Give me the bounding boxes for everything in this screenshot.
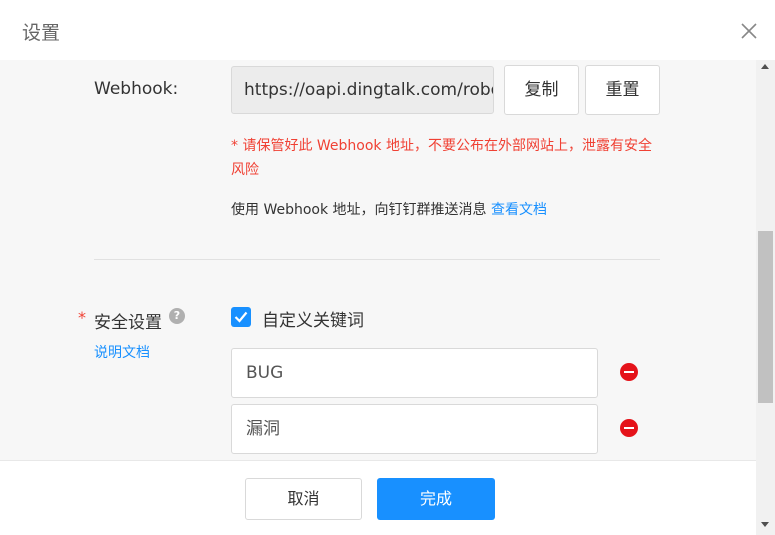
close-icon[interactable] xyxy=(738,20,760,42)
webhook-info-text: 使用 Webhook 地址，向钉钉群推送消息 xyxy=(231,202,487,218)
scroll-down-arrow-icon[interactable] xyxy=(761,522,769,527)
webhook-url-input[interactable]: https://oapi.dingtalk.com/robot/send xyxy=(231,66,494,114)
dialog-footer: 取消 完成 xyxy=(0,460,756,535)
remove-keyword-1-icon[interactable] xyxy=(620,363,638,381)
section-divider xyxy=(94,259,660,260)
dialog-header: 设置 xyxy=(0,0,775,60)
required-mark: * xyxy=(78,308,86,327)
view-doc-link[interactable]: 查看文档 xyxy=(491,202,547,218)
webhook-warning: * 请保管好此 Webhook 地址，不要公布在外部网站上，泄露有安全风险 xyxy=(231,138,652,178)
explain-doc-link[interactable]: 说明文档 xyxy=(94,342,150,362)
dialog-body: Webhook: https://oapi.dingtalk.com/robot… xyxy=(0,60,756,460)
webhook-label: Webhook: xyxy=(94,79,179,99)
copy-button[interactable]: 复制 xyxy=(504,65,579,115)
scroll-up-arrow-icon[interactable] xyxy=(761,64,769,69)
webhook-info: 使用 Webhook 地址，向钉钉群推送消息 查看文档 xyxy=(231,199,547,219)
scrollbar-thumb[interactable] xyxy=(758,231,773,403)
custom-keyword-checkbox[interactable] xyxy=(231,307,251,327)
reset-button[interactable]: 重置 xyxy=(585,65,660,115)
dialog-title: 设置 xyxy=(22,22,61,44)
security-label: 安全设置 xyxy=(94,313,162,333)
question-icon[interactable]: ? xyxy=(169,308,185,324)
cancel-button[interactable]: 取消 xyxy=(245,478,362,520)
done-button[interactable]: 完成 xyxy=(377,478,495,520)
check-icon xyxy=(234,311,248,323)
vertical-scrollbar[interactable] xyxy=(756,60,775,535)
keyword-input-1[interactable]: BUG xyxy=(231,348,598,398)
custom-keyword-label[interactable]: 自定义关键词 xyxy=(262,306,364,331)
remove-keyword-2-icon[interactable] xyxy=(620,419,638,437)
keyword-input-2[interactable]: 漏洞 xyxy=(231,404,598,454)
settings-dialog: 设置 Webhook: https://oapi.dingtalk.com/ro… xyxy=(0,0,775,535)
